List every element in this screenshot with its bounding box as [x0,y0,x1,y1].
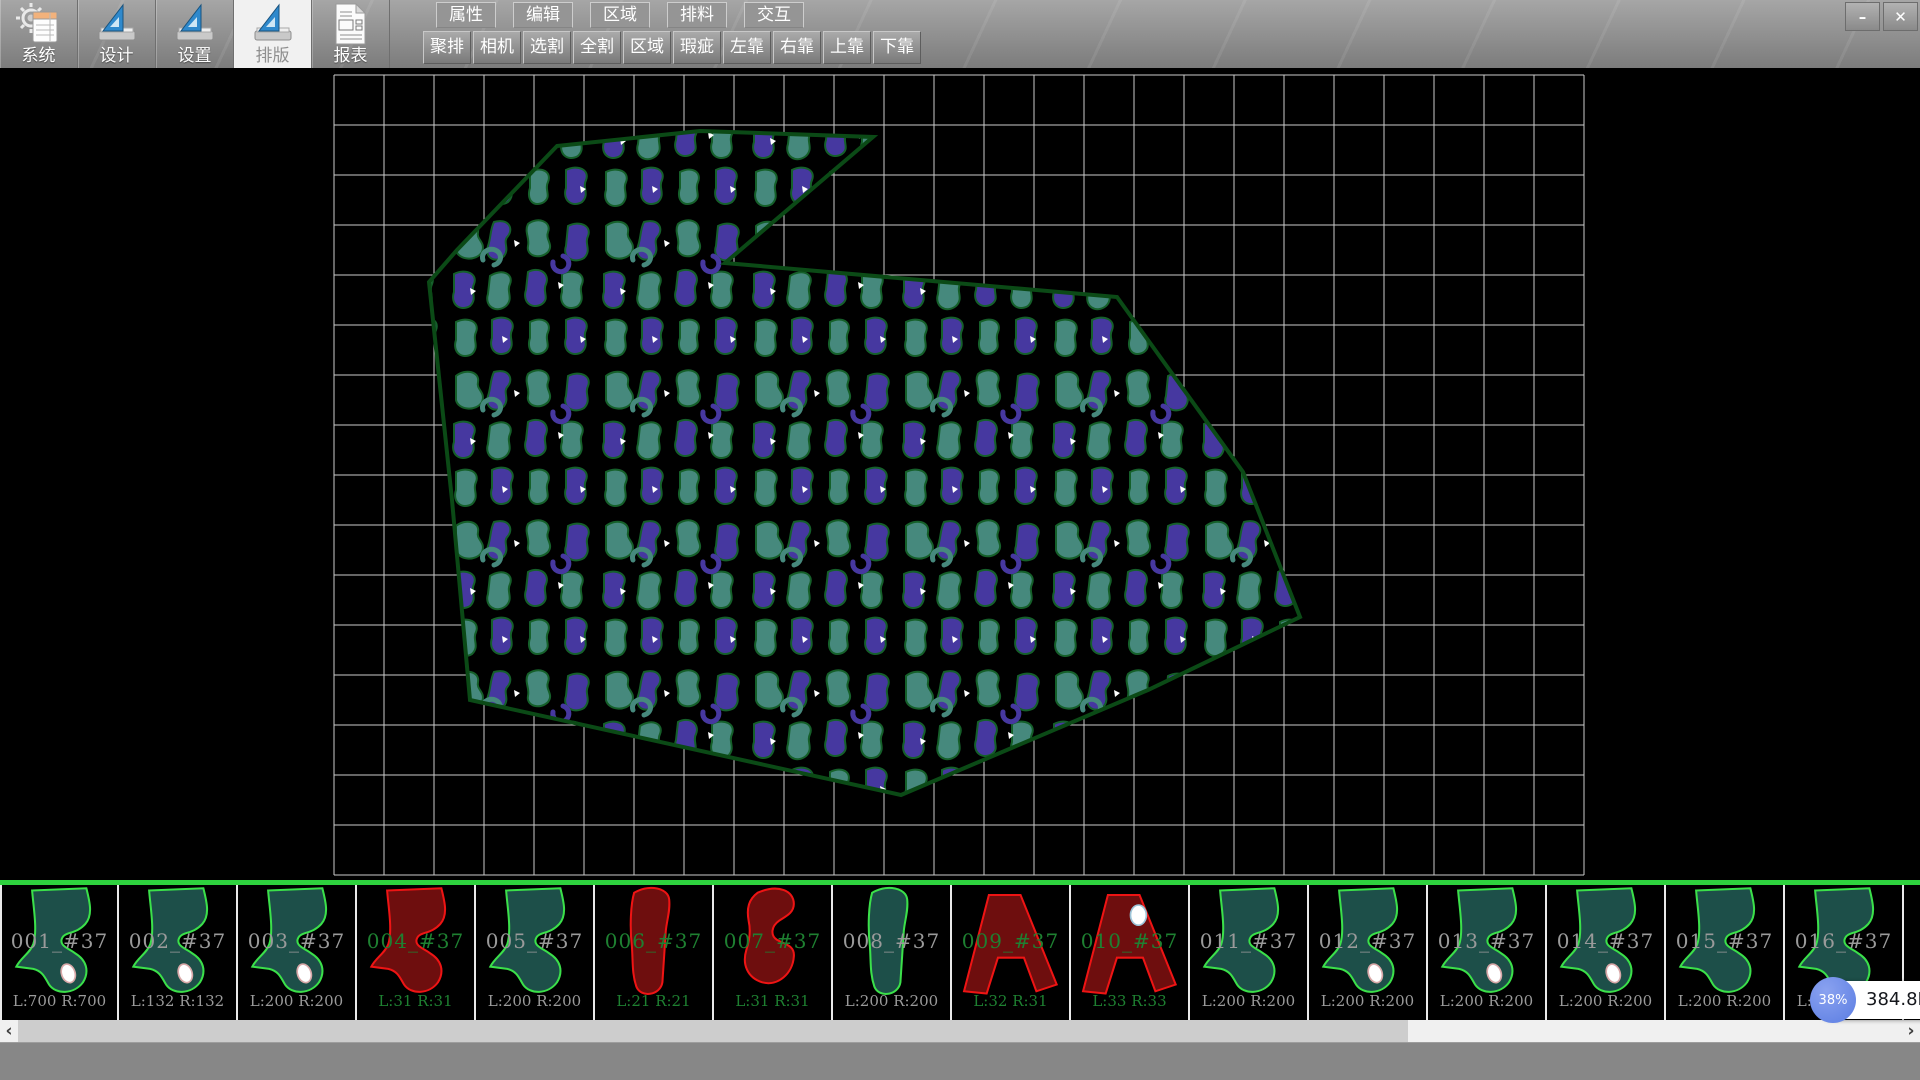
piece-thumbnail-004_#37[interactable]: 004_#37 L:31 R:31 [357,885,476,1020]
system-gear-icon [16,1,62,47]
piece-thumbnail-015_#37[interactable]: 015_#37 L:200 R:200 [1666,885,1785,1020]
piece-lr-count-label: L:200 R:200 [1428,992,1545,1010]
piece-id-label: 007_#37 [714,929,831,953]
piece-lr-count-label: L:31 R:31 [714,992,831,1010]
scrollbar-thumb[interactable] [18,1020,1408,1042]
piece-lr-count-label: L:200 R:200 [1309,992,1426,1010]
memory-usage-badge[interactable]: 38% 384.8M [1813,981,1920,1019]
piece-thumbnail-005_#37[interactable]: 005_#37 L:200 R:200 [476,885,595,1020]
piece-thumbnail-007_#37[interactable]: 007_#37 L:31 R:31 [714,885,833,1020]
piece-thumbnail-013_#37[interactable]: 013_#37 L:200 R:200 [1428,885,1547,1020]
piece-lr-count-label: L:200 R:200 [1547,992,1664,1010]
main-button-排版[interactable]: 排版 [234,0,312,68]
main-mode-buttons: 系统 设计 设置 排版 报表 [0,0,390,68]
piece-id-label: 009_#37 [952,929,1069,953]
memory-percent-circle: 38% [1810,977,1856,1023]
piece-id-label: 016_#37 [1785,929,1902,953]
tool-button-聚排[interactable]: 聚排 [423,31,471,64]
piece-thumbnail-008_#37[interactable]: 008_#37 L:200 R:200 [833,885,952,1020]
scroll-right-arrow-icon[interactable]: › [1902,1020,1920,1042]
piece-id-label: 005_#37 [476,929,593,953]
piece-lr-count-label: L:31 R:31 [357,992,474,1010]
piece-thumbnail-003_#37[interactable]: 003_#37 L:200 R:200 [238,885,357,1020]
main-button-设计[interactable]: 设计 [78,0,156,68]
tool-button-左靠[interactable]: 左靠 [723,31,771,64]
piece-lr-count-label: L:700 R:700 [2,992,117,1010]
piece-id-label: 015_#37 [1666,929,1783,953]
tool-button-全割[interactable]: 全割 [573,31,621,64]
tool-button-选割[interactable]: 选割 [523,31,571,64]
piece-thumbnail-010_#37[interactable]: 010_#37 L:33 R:33 [1071,885,1190,1020]
scroll-left-arrow-icon[interactable]: ‹ [0,1020,18,1042]
piece-thumbnail-014_#37[interactable]: 014_#37 L:200 R:200 [1547,885,1666,1020]
menu-tab-排料[interactable]: 排料 [667,2,727,28]
tool-button-上靠[interactable]: 上靠 [823,31,871,64]
window-controls: – ✕ [1845,2,1918,31]
piece-id-label: 010_#37 [1071,929,1188,953]
ribbon-toolbar: 系统设计设置排版报表 属性编辑区域排料交互 聚排相机选割全割区域瑕疵左靠右靠上靠… [0,0,1920,68]
piece-thumbnail-006_#37[interactable]: 006_#37 L:21 R:21 [595,885,714,1020]
piece-id-label: 001_#37 [2,929,117,953]
piece-lr-count-label: L:32 R:31 [952,992,1069,1010]
piece-id-label: 003_#37 [238,929,355,953]
piece-thumbnail-009_#37[interactable]: 009_#37 L:32 R:31 [952,885,1071,1020]
tool-button-右靠[interactable]: 右靠 [773,31,821,64]
menu-tab-属性[interactable]: 属性 [436,2,496,28]
piece-lr-count-label: L:200 R:200 [833,992,950,1010]
main-button-设置[interactable]: 设置 [156,0,234,68]
minimize-button[interactable]: – [1845,2,1880,31]
piece-lr-count-label: L:200 R:200 [1190,992,1307,1010]
main-button-label: 排版 [256,47,290,66]
main-button-报表[interactable]: 报表 [312,0,390,68]
piece-lr-count-label: L:200 R:200 [238,992,355,1010]
piece-id-label: 013_#37 [1428,929,1545,953]
piece-thumbnail-001_#37[interactable]: 001_#37 L:700 R:700 [0,885,119,1020]
piece-id-label: 002_#37 [119,929,236,953]
main-button-label: 设计 [100,47,134,66]
tool-button-区域[interactable]: 区域 [623,31,671,64]
menu-tab-row: 属性编辑区域排料交互 [436,2,804,28]
piece-id-label: 011_#37 [1190,929,1307,953]
close-button[interactable]: ✕ [1883,2,1918,31]
report-doc-icon [331,1,371,47]
piece-id-label: 012_#37 [1309,929,1426,953]
design-ruler-icon [95,1,139,47]
piece-thumbnail-002_#37[interactable]: 002_#37 L:132 R:132 [119,885,238,1020]
piece-lr-count-label: L:21 R:21 [595,992,712,1010]
settings-ruler-icon [173,1,217,47]
tool-button-相机[interactable]: 相机 [473,31,521,64]
piece-id-label: 008_#37 [833,929,950,953]
main-button-label: 设置 [178,47,212,66]
piece-lr-count-label: L:200 R:200 [1666,992,1783,1010]
menu-tab-区域[interactable]: 区域 [590,2,650,28]
piece-id-label: 014_#37 [1547,929,1664,953]
app-window: 系统设计设置排版报表 属性编辑区域排料交互 聚排相机选割全割区域瑕疵左靠右靠上靠… [0,0,1920,1080]
memory-amount-label: 384.8M [1866,981,1920,1019]
piece-lr-count-label: L:33 R:33 [1071,992,1188,1010]
status-bar [0,1042,1920,1080]
horizontal-scrollbar[interactable]: ‹ › [0,1020,1920,1042]
piece-thumbnail-011_#37[interactable]: 011_#37 L:200 R:200 [1190,885,1309,1020]
piece-thumbnail-012_#37[interactable]: 012_#37 L:200 R:200 [1309,885,1428,1020]
main-button-label: 报表 [334,47,368,66]
nesting-ruler-icon [251,1,295,47]
piece-id-label: 004_#37 [357,929,474,953]
main-button-label: 系统 [22,47,56,66]
nesting-canvas[interactable] [0,68,1920,880]
tool-button-瑕疵[interactable]: 瑕疵 [673,31,721,64]
tool-button-row: 聚排相机选割全割区域瑕疵左靠右靠上靠下靠 [423,31,921,64]
main-button-系统[interactable]: 系统 [0,0,78,68]
menu-tab-交互[interactable]: 交互 [744,2,804,28]
menu-tab-编辑[interactable]: 编辑 [513,2,573,28]
piece-lr-count-label: L:132 R:132 [119,992,236,1010]
piece-thumbnail-strip: 001_#37L:700 R:700002_#37L:132 R:132003_… [0,885,1920,1020]
piece-lr-count-label: L:200 R:200 [476,992,593,1010]
tool-button-下靠[interactable]: 下靠 [873,31,921,64]
piece-id-label: 006_#37 [595,929,712,953]
